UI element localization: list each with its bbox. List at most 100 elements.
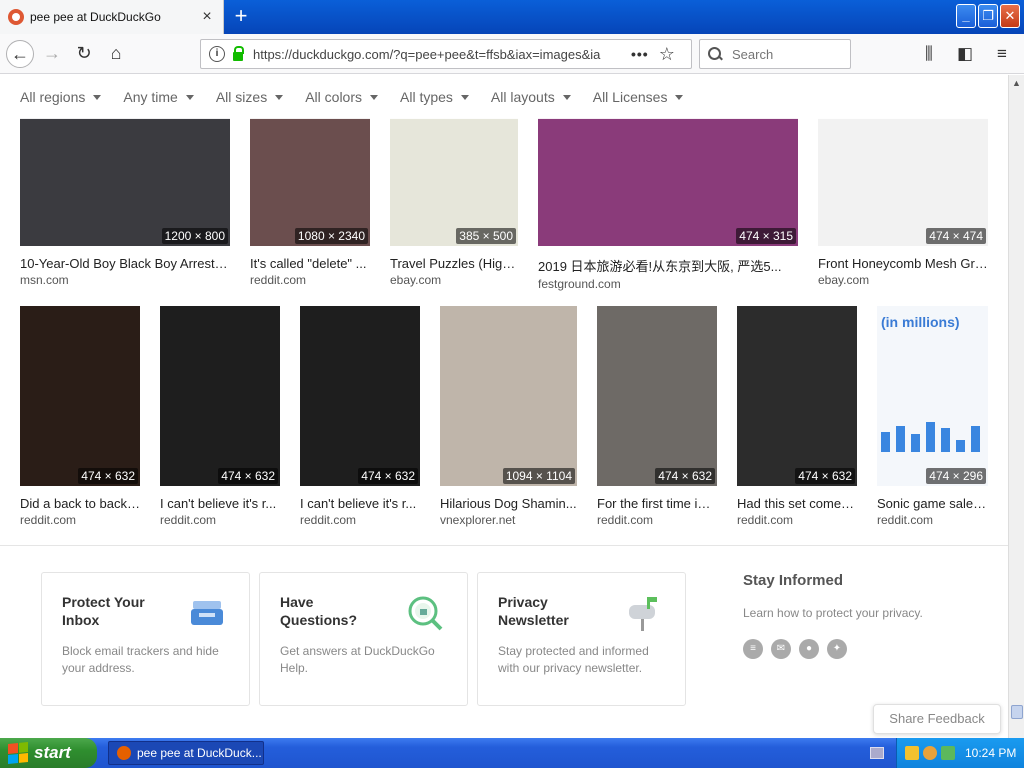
close-window-button[interactable]: ✕	[1000, 4, 1020, 28]
sidebar-icon[interactable]: ◧	[957, 44, 973, 64]
image-title[interactable]: Sonic game sales...	[877, 496, 988, 511]
maximize-button[interactable]: ❐	[978, 4, 998, 28]
filter-dropdown[interactable]: All colors	[305, 89, 378, 105]
image-result[interactable]: 474 × 632 For the first time in ... reddit…	[597, 306, 717, 527]
reddit-icon[interactable]: ●	[799, 639, 819, 659]
image-thumbnail[interactable]: 474 × 632	[20, 306, 140, 486]
minimize-button[interactable]: _	[956, 4, 976, 28]
image-result[interactable]: 385 × 500 Travel Puzzles (Highl... ebay.co…	[390, 118, 518, 287]
filter-dropdown[interactable]: All regions	[20, 89, 102, 105]
image-thumbnail[interactable]: 474 × 474	[818, 118, 988, 246]
image-thumbnail[interactable]: 385 × 500	[390, 118, 518, 246]
tab-close-button[interactable]: ×	[197, 8, 217, 26]
page-actions-icon[interactable]: •••	[631, 46, 649, 62]
image-result[interactable]: 1080 × 2340 It's called "delete" ... reddi…	[250, 118, 370, 287]
image-title[interactable]: Travel Puzzles (Highl...	[390, 256, 518, 271]
lock-icon[interactable]	[233, 45, 244, 61]
network-icon[interactable]	[941, 746, 955, 760]
new-tab-button[interactable]: +	[228, 4, 254, 30]
card-privacy-newsletter[interactable]: Privacy Newsletter Stay protected and in…	[477, 572, 686, 706]
twitter-icon[interactable]: ✦	[827, 639, 847, 659]
image-source-domain[interactable]: reddit.com	[597, 513, 717, 527]
home-button[interactable]: ⌂	[102, 40, 130, 68]
email-icon[interactable]: ✉	[771, 639, 791, 659]
image-source-domain[interactable]: ebay.com	[818, 273, 988, 287]
image-source-domain[interactable]: reddit.com	[877, 513, 988, 527]
image-thumbnail[interactable]: 474 × 632	[597, 306, 717, 486]
image-dimensions: 1094 × 1104	[502, 468, 575, 484]
library-icon[interactable]: ⫼	[925, 44, 933, 64]
image-thumbnail[interactable]: 474 × 315	[538, 118, 798, 246]
filter-label: All types	[400, 89, 453, 105]
image-title[interactable]: For the first time in ...	[597, 496, 717, 511]
forward-button[interactable]: →	[38, 40, 66, 68]
image-title[interactable]: Did a back to back ...	[20, 496, 140, 511]
filter-label: All Licenses	[592, 89, 668, 105]
image-source-domain[interactable]: festground.com	[538, 277, 798, 291]
image-source-domain[interactable]: reddit.com	[737, 513, 857, 527]
image-result[interactable]: 474 × 632 I can't believe it's r... reddit…	[300, 306, 420, 527]
chat-icon[interactable]: ≡	[743, 639, 763, 659]
scroll-thumb[interactable]	[1011, 705, 1023, 719]
chevron-down-icon	[370, 94, 378, 100]
image-result[interactable]: (in millions) 474 × 296 Sonic game sales..…	[877, 306, 988, 527]
start-button[interactable]: start	[0, 738, 97, 768]
image-dimensions: 474 × 632	[218, 468, 278, 484]
filter-dropdown[interactable]: Any time	[123, 89, 194, 105]
browser-tab[interactable]: pee pee at DuckDuckGo ×	[0, 0, 224, 34]
card-protect-inbox[interactable]: Protect Your Inbox Block email trackers …	[41, 572, 250, 706]
scroll-up-arrow-icon[interactable]: ▲	[1009, 75, 1024, 91]
card-have-questions[interactable]: Have Questions? Get answers at DuckDuckG…	[259, 572, 468, 706]
security-shield-icon[interactable]	[905, 746, 919, 760]
bookmark-star-icon[interactable]: ☆	[659, 44, 675, 65]
image-source-domain[interactable]: reddit.com	[20, 513, 140, 527]
image-result[interactable]: 1200 × 800 10-Year-Old Boy Black Boy Arre…	[20, 118, 230, 287]
image-title[interactable]: I can't believe it's r...	[300, 496, 420, 511]
image-title[interactable]: Front Honeycomb Mesh Gril...	[818, 256, 988, 271]
keyboard-icon[interactable]	[870, 747, 884, 759]
image-result[interactable]: 474 × 315 2019 日本旅游必看!从东京到大阪, 严选5... festg…	[538, 118, 798, 291]
image-title[interactable]: Had this set come i...	[737, 496, 857, 511]
search-tray-icon[interactable]	[923, 746, 937, 760]
image-result[interactable]: 1094 × 1104 Hilarious Dog Shamin... vnexpl…	[440, 306, 577, 527]
info-icon[interactable]: i	[209, 46, 225, 62]
image-thumbnail[interactable]: 1094 × 1104	[440, 306, 577, 486]
url-bar[interactable]: i https://duckduckgo.com/?q=pee+pee&t=ff…	[200, 39, 692, 69]
back-button[interactable]: ←	[6, 40, 34, 68]
image-result[interactable]: 474 × 632 Did a back to back ... reddit.co…	[20, 306, 140, 527]
image-source-domain[interactable]: msn.com	[20, 273, 230, 287]
image-thumbnail[interactable]: 474 × 632	[160, 306, 280, 486]
vertical-scrollbar[interactable]: ▲	[1008, 75, 1024, 738]
filter-dropdown[interactable]: All types	[400, 89, 469, 105]
image-source-domain[interactable]: vnexplorer.net	[440, 513, 577, 527]
chevron-down-icon	[460, 94, 469, 100]
page-viewport: All regions Any time All sizes All colors Al…	[0, 75, 1008, 738]
image-thumbnail[interactable]: 474 × 632	[300, 306, 420, 486]
search-box[interactable]	[699, 39, 851, 69]
image-title[interactable]: It's called "delete" ...	[250, 256, 370, 271]
image-source-domain[interactable]: reddit.com	[300, 513, 420, 527]
image-source-domain[interactable]: reddit.com	[160, 513, 280, 527]
image-source-domain[interactable]: ebay.com	[390, 273, 518, 287]
image-thumbnail[interactable]: 474 × 632	[737, 306, 857, 486]
image-thumbnail[interactable]: 1080 × 2340	[250, 118, 370, 246]
menu-icon[interactable]: ≡	[997, 44, 1007, 64]
filter-dropdown[interactable]: All Licenses	[593, 89, 684, 105]
url-text[interactable]: https://duckduckgo.com/?q=pee+pee&t=ffsb…	[253, 47, 623, 62]
image-result[interactable]: 474 × 474 Front Honeycomb Mesh Gril... eba…	[818, 118, 988, 287]
filter-dropdown[interactable]: All sizes	[216, 89, 284, 105]
filter-dropdown[interactable]: All layouts	[491, 89, 571, 105]
reload-button[interactable]: ↻	[70, 40, 98, 68]
image-title[interactable]: 10-Year-Old Boy Black Boy Arreste...	[20, 256, 230, 271]
image-thumbnail[interactable]: 1200 × 800	[20, 118, 230, 246]
image-source-domain[interactable]: reddit.com	[250, 273, 370, 287]
image-thumbnail[interactable]: (in millions) 474 × 296	[877, 306, 988, 486]
image-title[interactable]: I can't believe it's r...	[160, 496, 280, 511]
search-input[interactable]	[732, 46, 842, 62]
image-title[interactable]: Hilarious Dog Shamin...	[440, 496, 577, 511]
taskbar-item-firefox[interactable]: pee pee at DuckDuck...	[108, 741, 264, 765]
image-result[interactable]: 474 × 632 I can't believe it's r... reddit…	[160, 306, 280, 527]
image-result[interactable]: 474 × 632 Had this set come i... reddit.co…	[737, 306, 857, 527]
image-title[interactable]: 2019 日本旅游必看!从东京到大阪, 严选5...	[538, 256, 798, 275]
share-feedback-button[interactable]: Share Feedback	[873, 704, 1001, 734]
